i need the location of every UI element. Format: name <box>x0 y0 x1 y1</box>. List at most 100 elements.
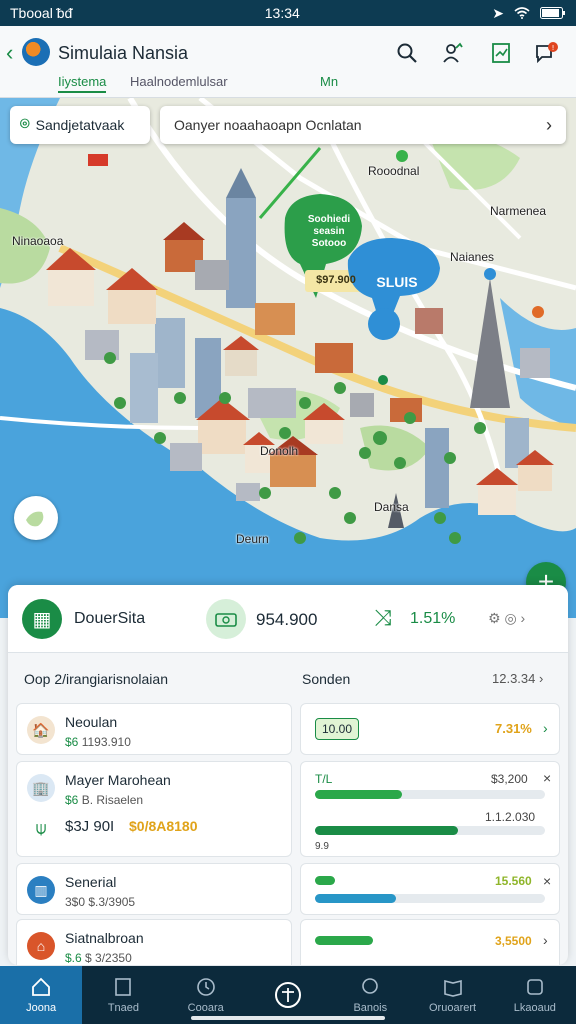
property-meta-a: $6 <box>65 793 79 807</box>
nav-report[interactable]: Oruoarert <box>411 966 493 1024</box>
carrier-label: Tbooal ᵬᵭ <box>10 5 73 21</box>
tab-headquarters[interactable]: Haalnodemlulsar <box>130 74 228 89</box>
company-icon: ▦ <box>22 599 62 639</box>
map-label: Narmenea <box>490 204 547 218</box>
callout-line: seasin <box>313 226 345 237</box>
metric-label: T/L <box>315 772 333 786</box>
book-icon <box>443 979 462 997</box>
city-map[interactable]: Rooodnal Ninaoaoa Narmenea Naianes Donol… <box>0 98 576 618</box>
metric-card[interactable]: 10.00 7.31% › <box>300 703 560 755</box>
nav-portfolio[interactable]: Tnaed <box>82 966 164 1024</box>
metric-value: 15.560 <box>495 874 532 888</box>
callout-price: $97.900 <box>316 274 356 286</box>
user-chart-icon[interactable] <box>440 40 466 66</box>
property-meta-a: $.6 <box>65 951 82 965</box>
building-icon: 🏢 <box>27 774 55 802</box>
svg-text:!: ! <box>552 44 555 52</box>
property-name: Senerial <box>65 874 117 890</box>
callout-line: Soohiedi <box>307 214 351 225</box>
metric-value: $3,200 <box>491 772 528 786</box>
close-icon[interactable]: × <box>543 873 551 889</box>
tab-map[interactable]: Mn <box>320 74 338 89</box>
metric-card[interactable]: T/L $3,200 × 1.1.2.030 9.9 <box>300 761 560 857</box>
metric-card[interactable]: 15.560 × <box>300 863 560 915</box>
map-search-bar[interactable]: Oanyer noaahaoapn Ocnlatan › <box>160 106 566 144</box>
location-arrow-icon: ➤ <box>492 4 504 21</box>
section-date-text: 12.3.34 <box>492 671 536 686</box>
property-meta-a: $6 <box>65 735 79 749</box>
scales-icon <box>274 982 301 1008</box>
map-canvas <box>0 98 576 618</box>
app-title: Simulaia Nansia <box>58 43 189 63</box>
metric-bar <box>315 826 545 835</box>
house-icon: ⌂ <box>27 932 55 960</box>
callout-line: Sotooo <box>311 238 347 249</box>
nav-label: Joona <box>26 1002 57 1014</box>
metric-bar <box>315 790 545 799</box>
cash-icon <box>206 599 246 639</box>
cash-value: 954.900 <box>256 610 318 629</box>
map-label: Naianes <box>450 250 495 264</box>
chevron-right-icon: › <box>543 932 548 948</box>
metric-mini-bar <box>315 876 335 885</box>
tab-systems[interactable]: Iiystema <box>58 74 107 93</box>
nav-settings[interactable]: Lkaoaud <box>494 966 576 1024</box>
property-card[interactable]: ▥ Senerial 3$0 $.3/3905 <box>16 863 292 915</box>
growth-rate: 1.51% <box>410 610 456 627</box>
map-label: Rooodnal <box>368 164 420 178</box>
clock-icon <box>196 978 215 996</box>
metric-bar-fill <box>315 826 458 835</box>
settings-icon[interactable]: ⚙ ◎ › <box>488 610 525 627</box>
map-label: Dansa <box>374 500 409 514</box>
status-icons: ➤ <box>492 5 566 22</box>
nav-label: Tnaed <box>107 1002 140 1014</box>
apartment-icon: ▥ <box>27 876 55 904</box>
metric-bar <box>315 894 545 903</box>
metric-card[interactable]: 3,5500 › <box>300 919 560 965</box>
green-callout[interactable]: Soohiedi seasin Sotooo <box>298 214 360 250</box>
report-icon[interactable] <box>488 40 514 66</box>
search-icon[interactable] <box>394 40 420 66</box>
portfolio-panel: ▦ DouerSita 954.900 ⤨ 1.51% ⚙ ◎ › Oop 2/… <box>8 585 568 965</box>
section-date[interactable]: 12.3.34 › <box>492 671 543 686</box>
map-label: Donolh <box>260 444 299 458</box>
property-meta: $6 1193.910 <box>65 735 131 749</box>
nav-label: Banois <box>353 1002 388 1014</box>
document-icon <box>115 978 132 996</box>
property-card[interactable]: 🏢 Mayer Marohean $6 B. Risaelen ⍦ $3J 90… <box>16 761 292 857</box>
metric-mini-bar-fill <box>315 876 335 885</box>
property-name: Siatnalbroan <box>65 930 144 946</box>
nav-label: Cooara <box>187 1002 224 1014</box>
property-card[interactable]: 🏠 Neoulan $6 1193.910 <box>16 703 292 755</box>
metric-value: 7.31% <box>495 721 532 736</box>
map-label: Ninaoaoa <box>12 234 64 248</box>
property-meta-b: B. Risaelen <box>81 793 144 807</box>
location-chip[interactable]: ⌾ Sandjetatvaak <box>10 106 150 144</box>
map-label: Deurn <box>236 532 269 546</box>
back-chevron-icon[interactable]: ‹ <box>6 40 13 66</box>
metric-bar <box>315 936 475 945</box>
property-meta-b: $ 3/2350 <box>85 951 132 965</box>
property-card[interactable]: ⌂ Siatnalbroan $.6 $ 3/2350 <box>16 919 292 965</box>
app-logo <box>22 38 50 66</box>
blue-callout[interactable]: SLUlS <box>372 274 422 290</box>
home-indicator <box>191 1016 385 1020</box>
property-meta-b: 1193.910 <box>81 735 131 749</box>
metric-tag: 10.00 <box>315 718 359 740</box>
growth-arrows-icon: ⤨ <box>374 605 392 630</box>
compass-icon[interactable] <box>14 496 58 540</box>
chat-alert-icon[interactable]: ! <box>534 40 560 66</box>
home-icon <box>32 977 51 996</box>
clock: 13:34 <box>264 5 300 21</box>
settings-icon <box>527 979 543 995</box>
location-chip-label: Sandjetatvaak <box>35 117 125 133</box>
company-name: DouerSita <box>74 610 146 627</box>
metric-footnote: 9.9 <box>315 841 329 852</box>
close-icon[interactable]: × <box>543 770 551 786</box>
nav-home[interactable]: Joona <box>0 966 83 1024</box>
metric-value: 3,5500 <box>495 934 532 948</box>
property-meta: 3$0 $.3/3905 <box>65 895 135 909</box>
nav-label: Lkaoaud <box>513 1002 556 1014</box>
search-text: Oanyer noaahaoapn Ocnlatan <box>174 117 362 133</box>
metric-bar-fill <box>315 790 403 799</box>
